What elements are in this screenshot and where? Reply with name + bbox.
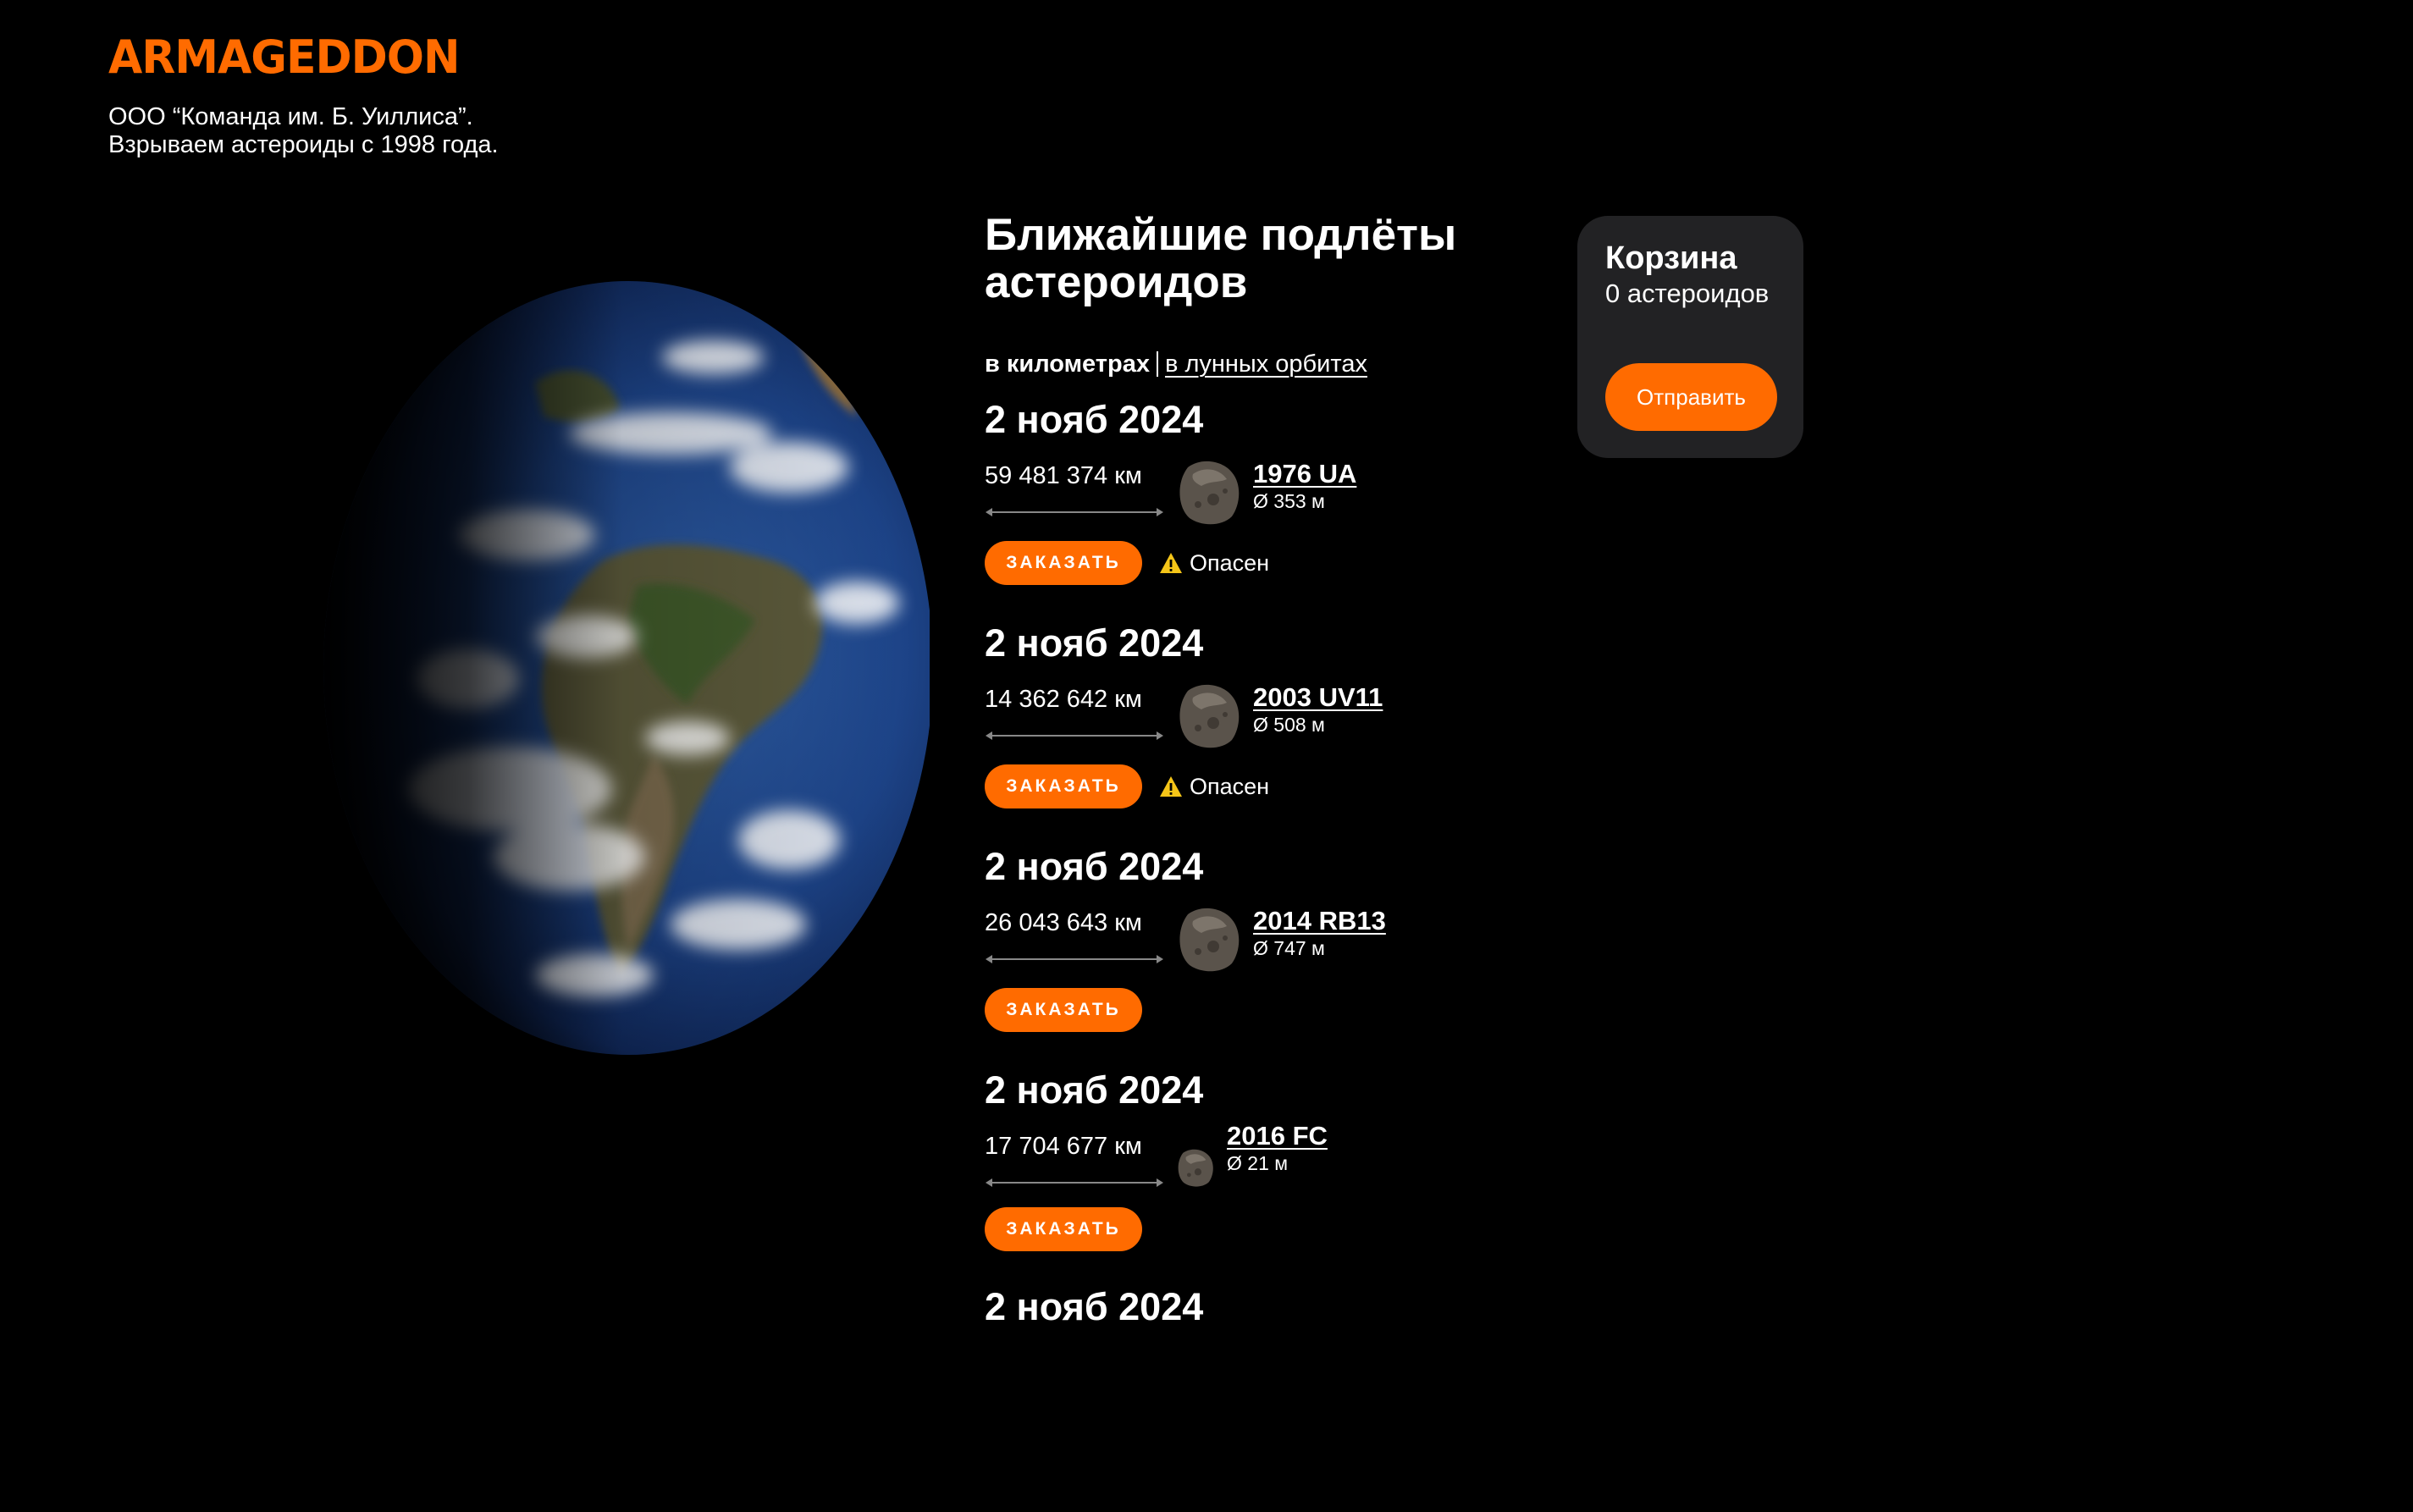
tagline-line-1: ООО “Команда им. Б. Уиллиса”. [108, 103, 473, 130]
asteroid-icon [1179, 908, 1240, 972]
asteroid-date: 2 нояб 2024 [985, 1068, 1204, 1112]
units-km-toggle[interactable]: в километрах [985, 349, 1150, 379]
send-button[interactable]: Отправить [1605, 363, 1777, 431]
asteroid-diameter: Ø 508 м [1253, 714, 1325, 736]
order-button[interactable]: ЗАКАЗАТЬ [985, 764, 1142, 808]
warning-icon [1160, 776, 1182, 797]
asteroid-name-link[interactable]: 2016 FC [1227, 1121, 1328, 1151]
asteroid-name-link[interactable]: 2003 UV11 [1253, 682, 1383, 713]
asteroid-name-link[interactable]: 2014 RB13 [1253, 906, 1386, 936]
distance-arrow-icon [986, 955, 1163, 963]
danger-label: Опасен [1190, 550, 1270, 576]
asteroid-distance: 17 704 677 км [985, 1133, 1142, 1160]
order-button[interactable]: ЗАКАЗАТЬ [985, 541, 1142, 585]
danger-badge: Опасен [1159, 770, 1269, 803]
distance-arrow-icon [986, 508, 1163, 516]
asteroid-distance: 26 043 643 км [985, 909, 1142, 936]
asteroid-icon [1178, 1149, 1213, 1187]
danger-badge: Опасен [1159, 547, 1269, 579]
asteroid-icon [1179, 684, 1240, 748]
asteroid-date: 2 нояб 2024 [985, 398, 1204, 441]
asteroid-name-link[interactable]: 1976 UA [1253, 459, 1356, 489]
asteroid-diameter: Ø 21 м [1227, 1152, 1289, 1174]
asteroid-date: 2 нояб 2024 [985, 1285, 1204, 1328]
asteroid-item: 2 нояб 2024 26 043 643 км 2014 RB13 Ø 74… [985, 842, 1493, 1065]
main-content: Ближайшие подлёты астероидов в километра… [985, 212, 1493, 1512]
page-title: Ближайшие подлёты астероидов [985, 212, 1493, 306]
distance-arrow-icon [986, 731, 1163, 740]
logo[interactable]: ARMAGEDDON [108, 31, 461, 85]
order-button[interactable]: ЗАКАЗАТЬ [985, 1207, 1142, 1251]
order-button[interactable]: ЗАКАЗАТЬ [985, 988, 1142, 1032]
asteroid-distance: 59 481 374 км [985, 462, 1142, 489]
tagline: ООО “Команда им. Б. Уиллиса”. Взрываем а… [108, 103, 499, 159]
earth-image [323, 281, 930, 1055]
asteroid-item: 2 нояб 2024 [985, 1285, 1493, 1512]
asteroid-diameter: Ø 353 м [1253, 490, 1325, 512]
cart-panel: Корзина 0 астероидов Отправить [1577, 216, 1803, 458]
asteroid-item: 2 нояб 2024 14 362 642 км 2003 UV11 Ø 50… [985, 618, 1493, 842]
tagline-line-2: Взрываем астероиды с 1998 года. [108, 131, 499, 158]
asteroid-list: 2 нояб 2024 59 481 374 км 1976 UA Ø 353 … [985, 395, 1493, 1512]
asteroid-item: 2 нояб 2024 17 704 677 км 2016 FC Ø 21 м… [985, 1065, 1493, 1289]
asteroid-date: 2 нояб 2024 [985, 845, 1204, 888]
cart-title: Корзина [1605, 240, 1737, 276]
asteroid-date: 2 нояб 2024 [985, 621, 1204, 665]
units-lunar-toggle[interactable]: в лунных орбитах [1165, 349, 1367, 379]
distance-arrow-icon [986, 1178, 1163, 1187]
page-title-line-1: Ближайшие подлёты [985, 210, 1457, 260]
cart-count: 0 астероидов [1605, 279, 1770, 308]
units-divider [1156, 351, 1158, 377]
warning-icon [1160, 553, 1182, 573]
asteroid-distance: 14 362 642 км [985, 686, 1142, 713]
danger-label: Опасен [1190, 774, 1270, 799]
page-title-line-2: астероидов [985, 257, 1248, 307]
units-switch: в километрах в лунных орбитах [985, 349, 1493, 379]
asteroid-item: 2 нояб 2024 59 481 374 км 1976 UA Ø 353 … [985, 395, 1493, 618]
asteroid-diameter: Ø 747 м [1253, 937, 1325, 959]
asteroid-icon [1179, 461, 1240, 525]
